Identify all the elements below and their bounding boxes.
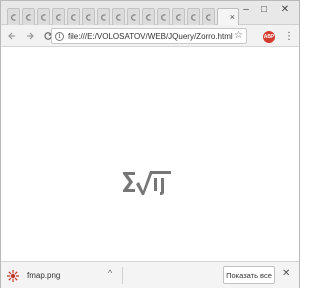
download-shelf: fmap.png ^ Показать все ✕: [1, 261, 299, 288]
favicon-icon: [26, 13, 31, 21]
close-icon[interactable]: ✕: [282, 268, 290, 280]
sigma-sqrt-logo-icon: [123, 171, 171, 195]
info-icon[interactable]: i: [55, 31, 64, 41]
active-tab[interactable]: ×: [217, 8, 239, 25]
favicon-icon: [131, 13, 136, 21]
favicon-icon: [71, 13, 76, 21]
arrow-left-icon: [8, 32, 15, 39]
browser-tab[interactable]: [37, 8, 50, 25]
back-button[interactable]: [5, 29, 19, 43]
browser-tab[interactable]: [172, 8, 185, 25]
favicon-icon: [11, 13, 16, 21]
chevron-up-icon[interactable]: ^: [108, 268, 112, 278]
browser-tab[interactable]: [97, 8, 110, 25]
close-window-button[interactable]: ✕: [273, 1, 297, 17]
browser-tab[interactable]: [67, 8, 80, 25]
show-all-downloads-button[interactable]: Показать все: [223, 266, 275, 284]
browser-tab[interactable]: [52, 8, 65, 25]
more-vert-icon[interactable]: ⋮: [284, 31, 294, 43]
favicon-icon: [161, 13, 166, 21]
image-file-icon: [7, 269, 19, 282]
browser-tab[interactable]: [22, 8, 35, 25]
browser-tab[interactable]: [202, 8, 215, 25]
browser-window: × – □ ✕ i file:///E:/VOLOSATOV/WEB/JQuer…: [0, 0, 300, 288]
adblock-extension-icon[interactable]: ABP: [263, 31, 275, 43]
download-file-name: fmap.png: [27, 271, 61, 280]
forward-button[interactable]: [23, 29, 37, 43]
minimize-button[interactable]: –: [237, 1, 255, 17]
browser-tab[interactable]: [142, 8, 155, 25]
browser-tab[interactable]: [82, 8, 95, 25]
close-tab-icon[interactable]: ×: [230, 12, 235, 22]
favicon-icon: [146, 13, 151, 21]
title-bar: × – □ ✕: [1, 1, 299, 25]
page-viewport: [1, 48, 299, 261]
browser-tab[interactable]: [127, 8, 140, 25]
download-item[interactable]: fmap.png: [7, 266, 119, 285]
browser-tab[interactable]: [112, 8, 125, 25]
browser-tab[interactable]: [7, 8, 20, 25]
browser-toolbar: i file:///E:/VOLOSATOV/WEB/JQuery/Zorro.…: [1, 25, 299, 47]
favicon-icon: [116, 13, 121, 21]
favicon-icon: [176, 13, 181, 21]
favicon-icon: [41, 13, 46, 21]
address-bar[interactable]: i file:///E:/VOLOSATOV/WEB/JQuery/Zorro.…: [51, 28, 247, 44]
divider: [122, 267, 123, 284]
favicon-icon: [56, 13, 61, 21]
tab-strip: ×: [7, 6, 241, 25]
browser-tab[interactable]: [187, 8, 200, 25]
favicon-icon: [191, 13, 196, 21]
browser-tab[interactable]: [157, 8, 170, 25]
star-icon[interactable]: ☆: [234, 30, 243, 42]
window-controls: – □ ✕: [237, 1, 297, 17]
maximize-button[interactable]: □: [255, 1, 273, 17]
favicon-icon: [101, 13, 106, 21]
url-text[interactable]: file:///E:/VOLOSATOV/WEB/JQuery/Zorro.ht…: [68, 32, 233, 41]
arrow-right-icon: [27, 32, 34, 39]
favicon-icon: [206, 13, 211, 21]
favicon-icon: [86, 13, 91, 21]
